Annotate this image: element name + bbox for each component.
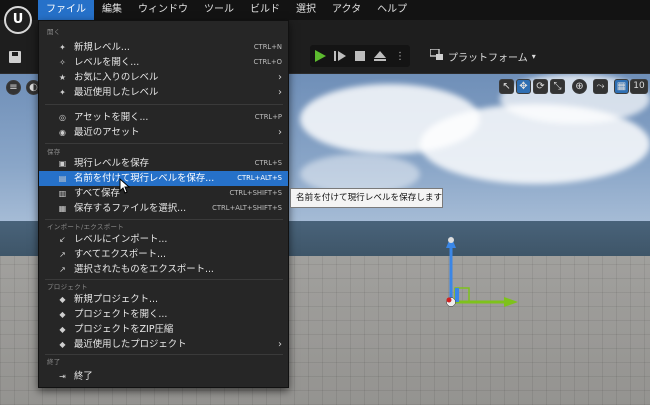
chevron-right-icon: ›	[278, 339, 282, 350]
menu-item-open-level[interactable]: ✧ レベルを開く... CTRL+O	[39, 55, 288, 70]
chevron-right-icon: ›	[278, 127, 282, 138]
menu-bar: ファイル 編集 ウィンドウ ツール ビルド 選択 アクタ ヘルプ	[38, 0, 415, 20]
play-options-icon[interactable]: ⋮	[392, 48, 408, 64]
menu-item-new-project[interactable]: ◆ 新規プロジェクト...	[39, 292, 288, 307]
scale-mode-icon[interactable]: ⤡	[550, 79, 565, 94]
world-local-icon[interactable]: ⊕	[572, 79, 587, 94]
section-header-open: 開く	[47, 28, 61, 36]
recent-asset-icon: ◉	[59, 128, 66, 137]
menu-divider	[45, 143, 283, 144]
section-header-import-export: インポート/エクスポート	[47, 223, 125, 231]
menu-divider	[45, 354, 283, 355]
play-controls: ⋮	[310, 45, 410, 67]
save-all-icon: ▥	[58, 189, 67, 198]
mouse-cursor-icon	[119, 178, 131, 194]
menu-help[interactable]: ヘルプ	[369, 0, 415, 20]
menu-item-exit[interactable]: ⇥ 終了	[39, 369, 288, 384]
section-header-exit: 終了	[47, 358, 61, 366]
menu-select[interactable]: 選択	[288, 0, 324, 20]
menu-window[interactable]: ウィンドウ	[130, 0, 196, 20]
menu-divider	[45, 219, 283, 220]
platform-button[interactable]: プラットフォーム ▾	[429, 45, 536, 67]
menu-item-open-asset[interactable]: ◎ アセットを開く... CTRL+P	[39, 110, 288, 125]
move-mode-icon[interactable]: ✥	[516, 79, 531, 94]
choose-save-icon: ▦	[58, 204, 67, 213]
platform-icon	[429, 47, 444, 64]
unreal-logo[interactable]: U	[4, 6, 32, 34]
new-level-icon: ✦	[59, 43, 66, 52]
tooltip: 名前を付けて現行レベルを保存します	[290, 188, 443, 208]
chevron-down-icon: ▾	[531, 51, 536, 61]
menu-item-zip-project[interactable]: ◆ プロジェクトをZIP圧縮	[39, 322, 288, 337]
menu-item-import-into-level[interactable]: ↙ レベルにインポート...	[39, 232, 288, 247]
viewport-options-icon[interactable]: ≡	[6, 80, 21, 95]
open-asset-icon: ◎	[59, 113, 66, 122]
section-header-save: 保存	[47, 148, 61, 156]
menu-item-save-current-level-as[interactable]: ▤ 名前を付けて現行レベルを保存... CTRL+ALT+S	[39, 171, 288, 186]
save-icon[interactable]	[9, 51, 21, 63]
new-project-icon: ◆	[59, 295, 66, 304]
platform-label: プラットフォーム	[448, 52, 528, 64]
menu-item-recent-levels[interactable]: ✦ 最近使用したレベル ›	[39, 85, 288, 100]
import-icon: ↙	[59, 235, 66, 244]
exit-icon: ⇥	[59, 372, 66, 381]
menu-item-favorite-levels[interactable]: ★ お気に入りのレベル ›	[39, 70, 288, 85]
zip-icon: ◆	[59, 325, 66, 334]
save-icon: ▣	[58, 159, 67, 168]
play-icon[interactable]	[312, 48, 328, 64]
save-as-icon: ▤	[58, 174, 67, 183]
step-icon[interactable]	[332, 48, 348, 64]
recent-icon: ✦	[59, 88, 66, 97]
menu-file[interactable]: ファイル	[38, 0, 94, 20]
menu-item-save-current-level[interactable]: ▣ 現行レベルを保存 CTRL+S	[39, 156, 288, 171]
eject-icon[interactable]	[372, 48, 388, 64]
favorite-icon: ★	[58, 73, 67, 82]
menu-edit[interactable]: 編集	[94, 0, 130, 20]
section-header-project: プロジェクト	[47, 283, 88, 291]
grid-snap-value[interactable]: 10	[630, 79, 648, 94]
export-all-icon: ↗	[59, 250, 66, 259]
transform-gizmo[interactable]	[438, 232, 528, 322]
menu-item-new-level[interactable]: ✦ 新規レベル... CTRL+N	[39, 40, 288, 55]
menu-item-open-project[interactable]: ◆ プロジェクトを開く...	[39, 307, 288, 322]
export-selected-icon: ↗	[59, 265, 66, 274]
open-project-icon: ◆	[59, 310, 66, 319]
rotate-mode-icon[interactable]: ⟳	[533, 79, 548, 94]
menu-item-export-selected[interactable]: ↗ 選択されたものをエクスポート...	[39, 262, 288, 277]
chevron-right-icon: ›	[278, 72, 282, 83]
menu-divider	[45, 279, 283, 280]
recent-project-icon: ◆	[59, 340, 66, 349]
menu-actor[interactable]: アクタ	[324, 0, 369, 20]
chevron-right-icon: ›	[278, 87, 282, 98]
open-level-icon: ✧	[59, 58, 66, 67]
surface-snap-icon[interactable]: ⤳	[593, 79, 608, 94]
select-mode-icon[interactable]: ↖	[499, 79, 514, 94]
menu-item-export-all[interactable]: ↗ すべてエクスポート...	[39, 247, 288, 262]
stop-icon[interactable]	[352, 48, 368, 64]
menu-build[interactable]: ビルド	[242, 0, 288, 20]
menu-item-recent-assets[interactable]: ◉ 最近のアセット ›	[39, 125, 288, 140]
menu-divider	[45, 104, 283, 105]
menu-tools[interactable]: ツール	[196, 0, 242, 20]
grid-snap-icon[interactable]: ▦	[614, 79, 629, 94]
file-menu: 開く ✦ 新規レベル... CTRL+N ✧ レベルを開く... CTRL+O …	[38, 20, 289, 388]
menu-item-choose-files-to-save[interactable]: ▦ 保存するファイルを選択... CTRL+ALT+SHIFT+S	[39, 201, 288, 216]
menu-item-recent-projects[interactable]: ◆ 最近使用したプロジェクト ›	[39, 337, 288, 352]
menu-item-save-all[interactable]: ▥ すべて保存 CTRL+SHIFT+S	[39, 186, 288, 201]
